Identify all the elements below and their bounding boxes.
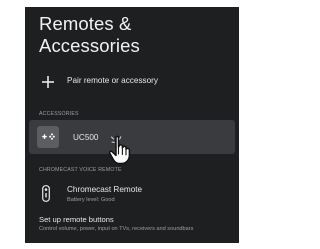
remote-name: Chromecast Remote	[67, 185, 143, 194]
settings-screen: Remotes & Accessories Pair remote or acc…	[25, 7, 239, 243]
chromecast-remote-section-header: CHROMECAST VOICE REMOTE	[39, 167, 122, 173]
chromecast-remote-item[interactable]: Chromecast Remote Battery level: Good	[25, 179, 239, 211]
setup-remote-buttons-title: Set up remote buttons	[39, 215, 114, 224]
setup-remote-buttons-item[interactable]: Set up remote buttons Control volume, po…	[25, 215, 239, 243]
plus-icon	[42, 76, 54, 88]
accessory-item-uc500[interactable]: UC500	[29, 120, 235, 165]
gamepad-tile	[37, 126, 59, 148]
page-title: Remotes & Accessories	[39, 13, 140, 56]
pointing-hand-icon	[108, 135, 131, 165]
setup-remote-buttons-description: Control volume, power, input on TVs, rec…	[39, 226, 194, 232]
gamepad-icon	[42, 133, 55, 140]
pair-accessory-button[interactable]: Pair remote or accessory	[25, 69, 239, 95]
battery-status: Battery level: Good	[67, 197, 115, 203]
remote-icon	[42, 185, 50, 202]
accessory-name: UC500	[73, 133, 99, 142]
pair-accessory-label: Pair remote or accessory	[67, 76, 159, 85]
accessories-section-header: ACCESSORIES	[39, 111, 79, 117]
